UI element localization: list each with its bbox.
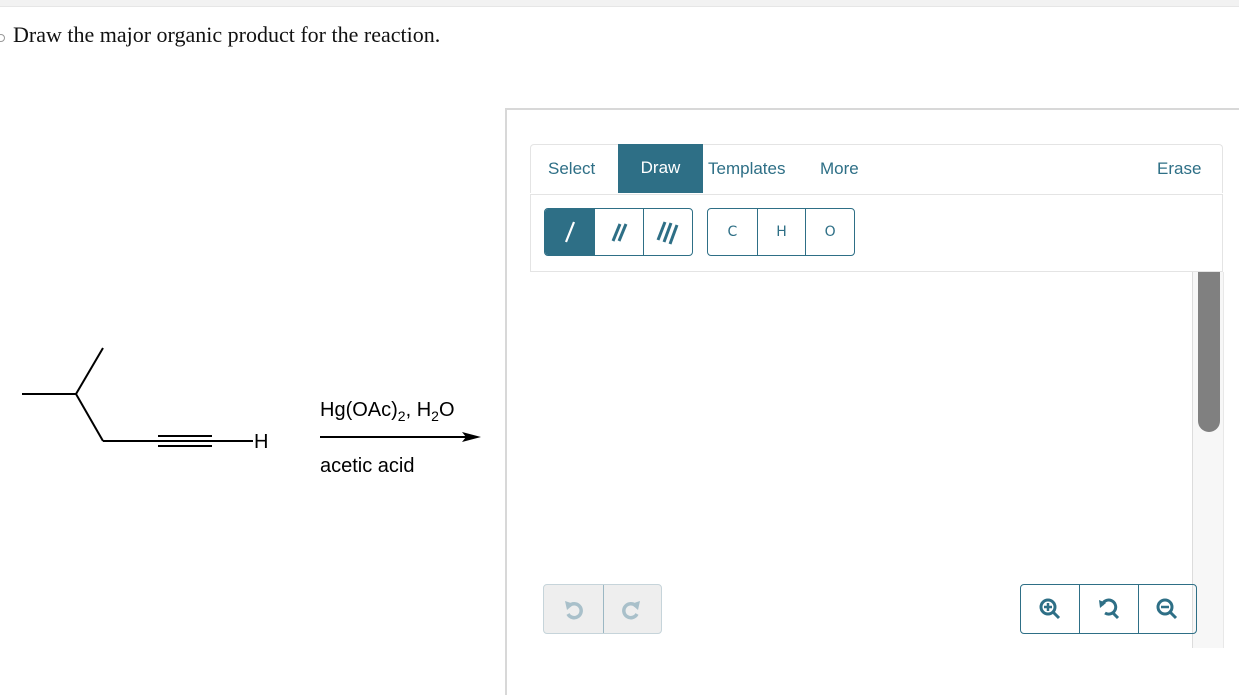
tab-draw[interactable]: Draw	[618, 144, 703, 193]
terminal-atom: H	[254, 431, 268, 453]
atom-o-button[interactable]: O	[805, 209, 854, 255]
history-buttons	[543, 584, 662, 634]
zoom-buttons	[1020, 584, 1197, 634]
atom-h-button[interactable]: H	[756, 209, 806, 255]
question-prompt: Draw the major organic product for the r…	[13, 22, 441, 47]
reagent-top: Hg(OAc)2, H2O	[320, 399, 455, 424]
redo-icon[interactable]	[602, 585, 662, 633]
editor-tabs: Select Draw Templates More Erase	[530, 144, 1223, 193]
triple-bond-icon[interactable]	[643, 209, 692, 255]
reagent-bottom: acetic acid	[320, 455, 415, 477]
tab-select[interactable]: Select	[548, 145, 595, 193]
top-strip	[0, 0, 1239, 7]
atom-tools: C H O	[707, 208, 855, 256]
zoom-out-icon[interactable]	[1137, 585, 1196, 633]
reaction-scheme: H Hg(OAc)2, H2O acetic acid	[22, 347, 481, 477]
erase-button[interactable]: Erase	[1157, 145, 1201, 193]
tab-more[interactable]: More	[820, 145, 859, 193]
bond	[75, 393, 104, 442]
double-bond-icon[interactable]	[594, 209, 643, 255]
bond	[75, 347, 104, 395]
zoom-reset-icon[interactable]	[1079, 585, 1137, 633]
single-bond-icon[interactable]	[545, 209, 594, 255]
tab-templates[interactable]: Templates	[708, 145, 785, 193]
scrollbar-thumb[interactable]	[1198, 272, 1220, 432]
atom-c-button[interactable]: C	[708, 209, 757, 255]
bond-tools	[544, 208, 693, 256]
undo-icon[interactable]	[544, 585, 603, 633]
zoom-in-icon[interactable]	[1021, 585, 1079, 633]
question-bullet-icon	[0, 34, 5, 42]
